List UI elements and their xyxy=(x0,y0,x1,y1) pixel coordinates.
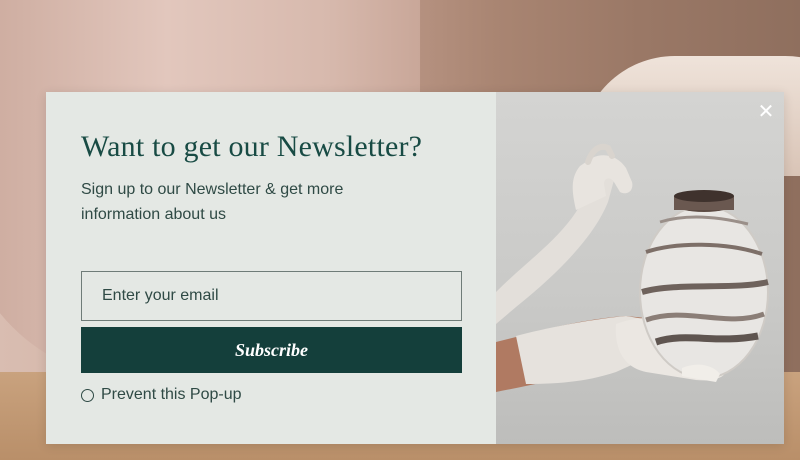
prevent-popup-option[interactable]: Prevent this Pop-up xyxy=(81,386,461,404)
newsletter-popup: Want to get our Newsletter? Sign up to o… xyxy=(46,92,784,444)
popup-content-panel: Want to get our Newsletter? Sign up to o… xyxy=(46,92,496,444)
prevent-popup-label: Prevent this Pop-up xyxy=(101,386,242,403)
popup-subtitle: Sign up to our Newsletter & get more inf… xyxy=(81,181,344,223)
popup-vase-photo: ✕ xyxy=(496,92,784,444)
close-icon[interactable]: ✕ xyxy=(756,102,776,122)
email-input[interactable] xyxy=(81,271,462,321)
popup-title: Want to get our Newsletter? xyxy=(81,130,423,163)
prevent-popup-radio[interactable] xyxy=(81,388,94,402)
subscribe-button[interactable]: Subscribe xyxy=(81,327,462,373)
vase-hand-illustration xyxy=(496,143,769,392)
